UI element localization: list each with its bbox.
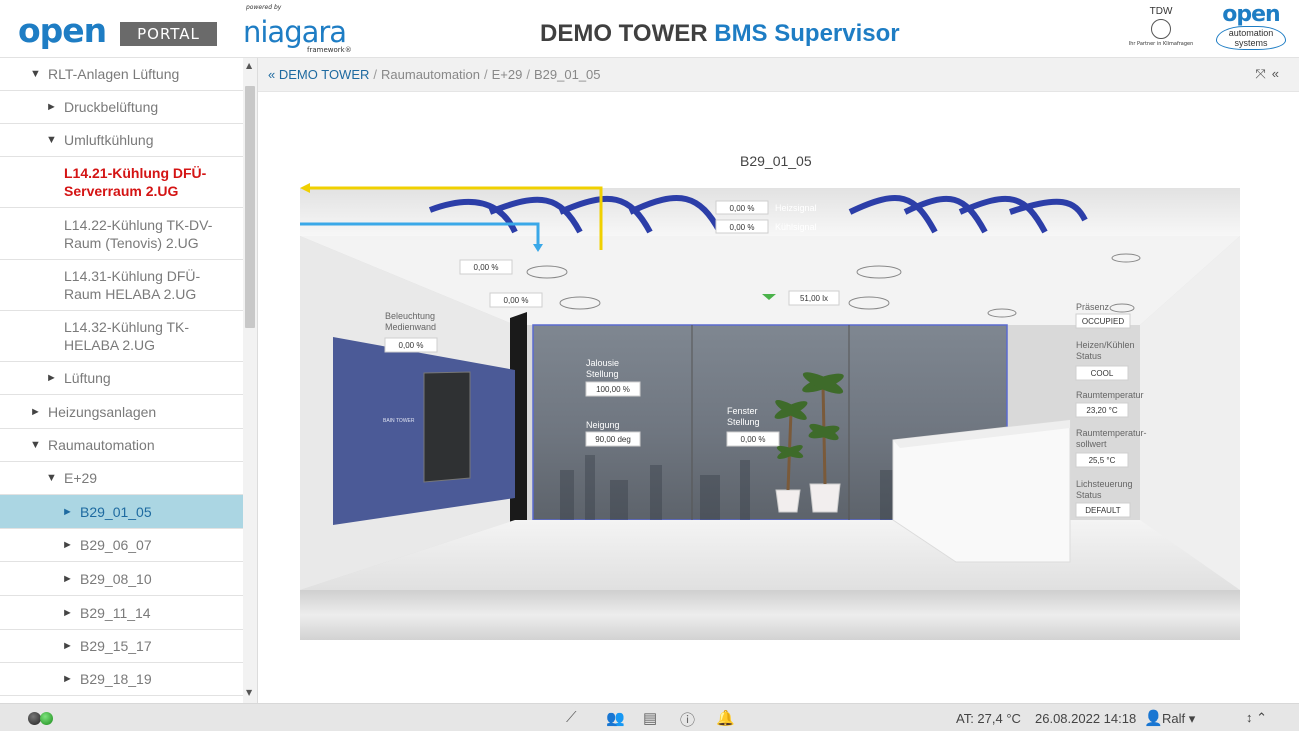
raumtemp-label: Raumtemperatur bbox=[1076, 390, 1144, 400]
sollwert-value: 25,5 °C bbox=[1089, 456, 1116, 465]
praesenz-value: OCCUPIED bbox=[1082, 317, 1124, 326]
fenster-label-2: Stellung bbox=[727, 417, 760, 427]
user-name: Ralf bbox=[1162, 711, 1186, 726]
jalousie-label-2: Stellung bbox=[586, 369, 619, 379]
heizsignal-value: 0,00 % bbox=[730, 204, 755, 213]
status-lamp-green-icon bbox=[40, 712, 53, 725]
neigung-label: Neigung bbox=[586, 420, 620, 430]
heizen-label-1: Heizen/Kühlen bbox=[1076, 340, 1135, 350]
lichtsteuerung-label-1: Lichsteuerung bbox=[1076, 479, 1133, 489]
lux-value: 51,00 lx bbox=[800, 294, 828, 303]
info-icon[interactable]: ⓘ bbox=[680, 709, 695, 730]
kuehlsignal-label: Kühlsignal bbox=[775, 222, 817, 232]
app-root: open PORTAL powered by niagara framework… bbox=[0, 0, 1299, 731]
floor-slab bbox=[300, 590, 1240, 640]
neigung-value: 90,00 deg bbox=[595, 435, 631, 444]
outdoor-temperature: AT: 27,4 °C bbox=[956, 711, 1021, 726]
beleuchtung-label-2: Medienwand bbox=[385, 322, 436, 332]
user-menu[interactable]: Ralf ▾ bbox=[1162, 711, 1195, 727]
lichtsteuerung-value: DEFAULT bbox=[1085, 506, 1121, 515]
fenster-label-1: Fenster bbox=[727, 406, 758, 416]
sollwert-label-2: sollwert bbox=[1076, 439, 1107, 449]
trend-chart-icon[interactable]: ⟋ bbox=[566, 709, 577, 726]
status-bar: ⟋ 👥 ▤ ⓘ 🔔 AT: 27,4 °C 26.08.2022 14:18 👤… bbox=[0, 703, 1299, 731]
fenster-value: 0,00 % bbox=[741, 435, 766, 444]
praesenz-label: Präsenz bbox=[1076, 302, 1110, 312]
media-wall-logo: BAIN TOWER bbox=[383, 418, 415, 424]
jalousie-label-1: Jalousie bbox=[586, 358, 619, 368]
jalousie-value: 100,00 % bbox=[596, 385, 630, 394]
users-icon[interactable]: 👥 bbox=[606, 709, 625, 727]
sollwert-label-1: Raumtemperatur- bbox=[1076, 428, 1147, 438]
kuehlsignal-value: 0,00 % bbox=[730, 223, 755, 232]
document-icon[interactable]: ▤ bbox=[643, 709, 657, 727]
alarm-bell-icon[interactable]: 🔔 bbox=[716, 709, 735, 727]
light-2-value: 0,00 % bbox=[504, 296, 529, 305]
heizen-label-2: Status bbox=[1076, 351, 1102, 361]
ceiling-slab bbox=[300, 188, 1240, 236]
date-time: 26.08.2022 14:18 bbox=[1035, 711, 1137, 726]
lichtsteuerung-label-2: Status bbox=[1076, 490, 1102, 500]
light-1-value: 0,00 % bbox=[474, 263, 499, 272]
room-graphic: 0,00 % Heizsignal 0,00 % Kühlsignal 0,00… bbox=[300, 183, 1240, 640]
sort-icon[interactable]: ↕ ⌃ bbox=[1246, 710, 1267, 726]
media-screen bbox=[423, 371, 471, 483]
heizen-value: COOL bbox=[1091, 369, 1114, 378]
raumtemp-value: 23,20 °C bbox=[1086, 406, 1117, 415]
heizsignal-label: Heizsignal bbox=[775, 203, 817, 213]
beleuchtung-label-1: Beleuchtung bbox=[385, 311, 435, 321]
user-icon[interactable]: 👤 bbox=[1144, 709, 1163, 727]
beleuchtung-value: 0,00 % bbox=[399, 341, 424, 350]
